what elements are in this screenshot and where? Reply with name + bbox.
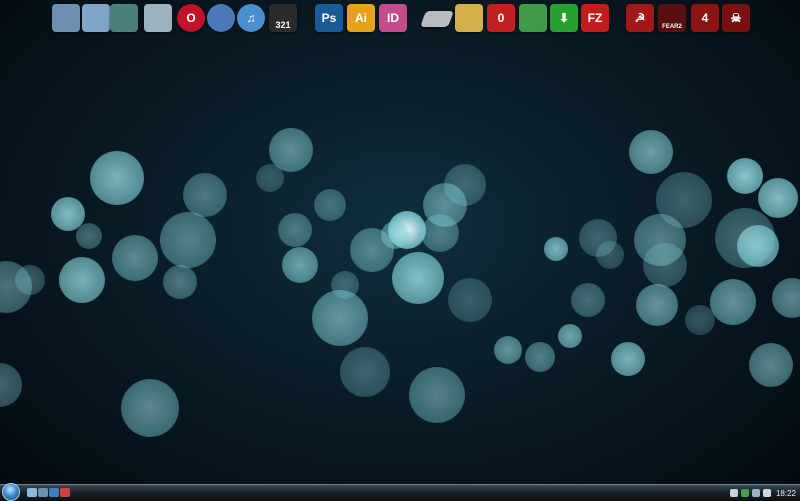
bokeh-light: [121, 379, 179, 437]
card-icon[interactable]: [519, 4, 547, 32]
bokeh-light: [710, 279, 756, 325]
drive-icon[interactable]: [420, 11, 454, 27]
tray-shield-icon[interactable]: [740, 489, 749, 497]
bokeh-light: [544, 237, 568, 261]
itunes-icon[interactable]: ♫: [237, 4, 265, 32]
bokeh-light: [444, 164, 486, 206]
bokeh-light: [685, 305, 715, 335]
show-desktop-icon[interactable]: [27, 488, 37, 497]
bokeh-light: [112, 235, 158, 281]
tray-arrow-icon[interactable]: [729, 489, 738, 497]
bokeh-light: [571, 283, 605, 317]
bokeh-light: [76, 223, 102, 249]
desktop-wallpaper: [0, 0, 800, 500]
taskbar: 18:22: [0, 483, 800, 501]
fear2-icon[interactable]: FEAR2: [658, 4, 686, 32]
bokeh-light: [636, 284, 678, 326]
ie-icon[interactable]: [49, 488, 59, 497]
bokeh-light: [256, 164, 284, 192]
tool-icon[interactable]: [455, 4, 483, 32]
bokeh-light: [758, 178, 798, 218]
photoshop-icon[interactable]: Ps: [315, 4, 343, 32]
bokeh-light: [340, 347, 390, 397]
download-icon[interactable]: ⬇: [550, 4, 578, 32]
bokeh-light: [421, 214, 459, 252]
thunderbird-icon[interactable]: [207, 4, 235, 32]
bokeh-light: [643, 243, 687, 287]
tray-network-icon[interactable]: [751, 489, 760, 497]
bokeh-light: [629, 130, 673, 174]
bokeh-light: [183, 173, 227, 217]
bokeh-light: [715, 208, 775, 268]
bokeh-light: [392, 252, 444, 304]
left4dead-icon[interactable]: 4: [691, 4, 719, 32]
network-icon[interactable]: [82, 4, 110, 32]
switch-windows-icon[interactable]: [38, 488, 48, 497]
documents-icon[interactable]: [110, 4, 138, 32]
bokeh-light: [90, 151, 144, 205]
bokeh-light: [558, 324, 582, 348]
opera-icon[interactable]: O: [177, 4, 205, 32]
bokeh-light: [448, 278, 492, 322]
bokeh-light: [772, 278, 800, 318]
clock[interactable]: 18:22: [776, 489, 796, 498]
bokeh-light: [525, 342, 555, 372]
soviet-game-icon[interactable]: ☭: [626, 4, 654, 32]
bokeh-light: [409, 367, 465, 423]
skull-game-icon[interactable]: ☠: [722, 4, 750, 32]
indesign-icon[interactable]: ID: [379, 4, 407, 32]
bokeh-light: [282, 247, 318, 283]
bokeh-light: [381, 221, 409, 249]
media-icon[interactable]: [60, 488, 70, 497]
bokeh-light: [160, 212, 216, 268]
system-tray: 18:22: [729, 487, 796, 499]
tray-volume-icon[interactable]: [762, 489, 771, 497]
recycle-bin-icon[interactable]: [144, 4, 172, 32]
bokeh-light: [15, 265, 45, 295]
bokeh-light: [59, 257, 105, 303]
illustrator-icon[interactable]: Ai: [347, 4, 375, 32]
bokeh-light: [0, 363, 22, 407]
computer-icon[interactable]: [52, 4, 80, 32]
bokeh-light: [494, 336, 522, 364]
bokeh-light: [727, 158, 763, 194]
filezilla-icon[interactable]: FZ: [581, 4, 609, 32]
start-button[interactable]: [2, 483, 20, 501]
media-player-icon[interactable]: 321: [269, 4, 297, 32]
bokeh-light: [749, 343, 793, 387]
bokeh-light: [278, 213, 312, 247]
bokeh-light: [314, 189, 346, 221]
bokeh-light: [596, 241, 624, 269]
red-tool-icon[interactable]: 0: [487, 4, 515, 32]
icon-dock: O ♫ 321 Ps Ai ID 0 ⬇ FZ ☭ FEAR2 4 ☠: [0, 2, 800, 34]
bokeh-light: [331, 271, 359, 299]
bokeh-light: [611, 342, 645, 376]
bokeh-light: [163, 265, 197, 299]
